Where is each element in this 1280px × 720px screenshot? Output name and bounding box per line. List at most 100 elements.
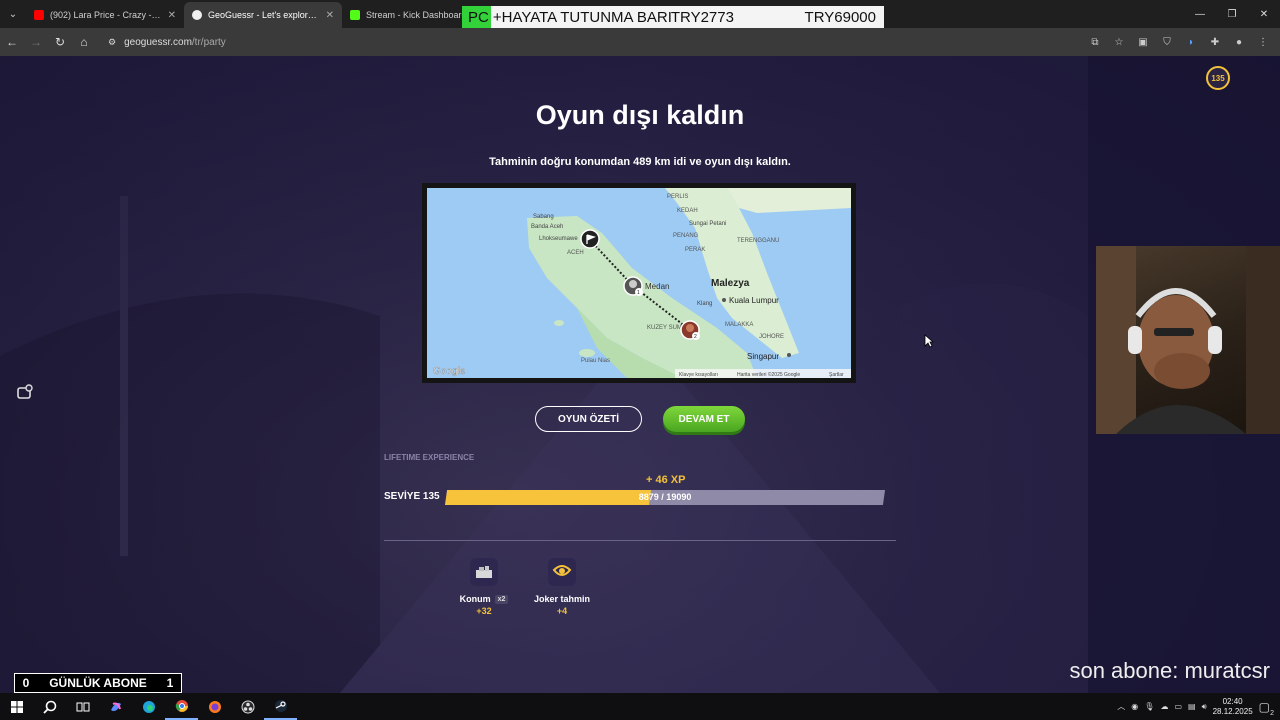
divider: [384, 540, 896, 541]
map-terms-link[interactable]: Şartlar: [829, 372, 844, 378]
youtube-icon: [34, 10, 44, 20]
map-label-aceh: ACEH: [567, 250, 584, 256]
restore-icon[interactable]: ❐: [1216, 0, 1248, 28]
address-bar[interactable]: ⚙ geoguessr.com/tr/party: [102, 31, 1082, 53]
guess-pin-number: 2: [694, 334, 697, 340]
guess-pin-number: 1: [637, 290, 640, 296]
map-label-singapur: Singapur: [747, 352, 779, 361]
map-label-sabang: Sabang: [533, 214, 554, 220]
daily-subscribers-counter: 0 GÜNLÜK ABONE 1: [14, 673, 182, 693]
map-shortcuts-link[interactable]: Klavye kısayolları: [679, 372, 718, 378]
medal-points: +4: [556, 606, 568, 616]
bookmark-star-icon[interactable]: ☆: [1110, 33, 1128, 51]
minimize-icon[interactable]: —: [1184, 0, 1216, 28]
xp-gain: + 46 XP: [646, 474, 686, 486]
map-label-klang: Klang: [697, 301, 712, 307]
joker-medal-icon: [548, 558, 576, 586]
game-summary-button[interactable]: OYUN ÖZETİ: [535, 406, 642, 432]
close-icon[interactable]: ✕: [168, 10, 176, 21]
map-label-pulau-nias: Pulau Nias: [581, 358, 610, 364]
browser-tab-youtube[interactable]: (902) Lara Price - Crazy - YouTu ✕: [26, 2, 184, 28]
cloud-tray-icon[interactable]: ☁: [1160, 702, 1168, 711]
result-message: Tahminin doğru konumdan 489 km idi ve oy…: [489, 156, 791, 168]
home-icon[interactable]: ⌂: [72, 28, 96, 56]
forward-icon[interactable]: →: [24, 28, 48, 56]
streamer-webcam-image: [1096, 246, 1280, 434]
volume-icon[interactable]: 🔊︎: [1202, 702, 1207, 712]
search-icon[interactable]: [33, 693, 66, 720]
donation-prefix: PC: [462, 6, 491, 28]
extensions-puzzle-icon[interactable]: ✚: [1206, 33, 1224, 51]
browser-toolbar: ← → ↻ ⌂ ⚙ geoguessr.com/tr/party ⧉ ☆ ▣ ⛉…: [0, 28, 1280, 56]
xp-progress-bar: 8879 / 19090: [444, 490, 886, 505]
map-label-lhokseumawe: Lhokseumawe: [539, 236, 578, 242]
extension-wave-icon[interactable]: ◗: [1182, 33, 1200, 51]
map-data-attribution: Harita verileri ©2025 Google: [737, 371, 800, 378]
medal-name: Konum: [459, 594, 491, 604]
chrome-icon[interactable]: [165, 693, 198, 720]
windows-start-icon[interactable]: [0, 693, 33, 720]
task-view-icon[interactable]: [66, 693, 99, 720]
tab-search-icon[interactable]: ⌄: [0, 0, 26, 28]
map-label-medan: Medan: [645, 282, 669, 291]
back-icon[interactable]: ←: [0, 28, 24, 56]
medal-joker-guess: Joker tahmin +4: [522, 558, 602, 616]
notification-count: 2: [1270, 709, 1274, 717]
lifetime-experience-label: LIFETIME EXPERIENCE: [384, 453, 475, 462]
mic-tray-icon[interactable]: 🎙︎: [1144, 702, 1154, 711]
webcam-tray-icon[interactable]: ◉: [1131, 702, 1138, 711]
map-label-malakka: MALAKKA: [725, 322, 753, 328]
google-logo: Google: [433, 366, 466, 377]
install-app-icon[interactable]: ⧉: [1086, 33, 1104, 51]
tab-title: GeoGuessr - Let's explore the w: [208, 10, 320, 20]
geoguessr-page: 135 Oyun dışı kaldın Tahminin doğru konu…: [0, 56, 1280, 693]
firefox-icon[interactable]: [198, 693, 231, 720]
browser-tab-geoguessr[interactable]: GeoGuessr - Let's explore the w ✕: [184, 2, 342, 28]
page-title: Oyun dışı kaldın: [535, 100, 745, 130]
map-label-banda-aceh: Banda Aceh: [531, 224, 563, 230]
map-canvas[interactable]: Sabang Banda Aceh Lhokseumawe ACEH Medan…: [427, 188, 851, 378]
location-medal-icon: [470, 558, 498, 586]
steam-icon[interactable]: [264, 693, 297, 720]
map-label-perak: PERAK: [685, 247, 705, 253]
kick-icon: [350, 10, 360, 20]
player-level-badge[interactable]: 135: [1206, 66, 1230, 90]
guess-pin-2[interactable]: 2: [680, 320, 700, 340]
network-icon[interactable]: ▤: [1188, 702, 1196, 711]
map-label-terengganu: TERENGGANU: [737, 238, 779, 244]
map-label-kedah: KEDAH: [677, 208, 698, 214]
system-tray: ︿ ◉ 🎙︎ ☁ ▭ ▤ 🔊︎ 02:40 28.12.2025 ▢ 2: [1117, 697, 1280, 717]
daily-subs-label: GÜNLÜK ABONE: [49, 676, 147, 690]
continue-button[interactable]: DEVAM ET: [663, 406, 745, 432]
medal-multiplier: x2: [494, 594, 509, 604]
close-window-icon[interactable]: ✕: [1248, 0, 1280, 28]
site-info-icon[interactable]: ⚙: [108, 37, 116, 48]
sidebar-icon[interactable]: ▣: [1134, 33, 1152, 51]
map-label-kuala-lumpur: Kuala Lumpur: [729, 296, 779, 305]
shield-icon[interactable]: ⛉: [1158, 33, 1176, 51]
daily-subs-start: 0: [22, 676, 30, 690]
donation-target: TRY69000: [804, 8, 876, 26]
last-subscriber: son abone: muratcsr: [1069, 658, 1270, 683]
result-map[interactable]: Sabang Banda Aceh Lhokseumawe ACEH Medan…: [422, 183, 856, 383]
profile-icon[interactable]: ●: [1230, 33, 1248, 51]
copilot-icon[interactable]: [99, 693, 132, 720]
daily-subs-goal: 1: [166, 676, 174, 690]
donation-goal-banner: PC +HAYATA TUTUNMA BARI TRY2773 TRY69000: [462, 6, 884, 28]
chat-icon[interactable]: [16, 384, 34, 402]
correct-location-flag-icon[interactable]: [580, 229, 600, 249]
url-path: /tr/party: [191, 36, 226, 48]
menu-kebab-icon[interactable]: ⋮: [1254, 33, 1272, 51]
chevron-up-icon[interactable]: ︿: [1117, 701, 1125, 712]
guess-pin-1[interactable]: 1: [623, 276, 643, 296]
obs-icon[interactable]: [231, 693, 264, 720]
edge-icon[interactable]: [132, 693, 165, 720]
battery-icon[interactable]: ▭: [1174, 702, 1182, 711]
close-icon[interactable]: ✕: [326, 10, 334, 21]
window-controls: — ❐ ✕: [1184, 0, 1280, 28]
notification-icon[interactable]: ▢ 2: [1259, 700, 1274, 717]
webcam-overlay: [1096, 246, 1280, 434]
clock[interactable]: 02:40 28.12.2025: [1213, 697, 1253, 717]
map-label-penang: PENANG: [673, 233, 699, 239]
reload-icon[interactable]: ↻: [48, 28, 72, 56]
